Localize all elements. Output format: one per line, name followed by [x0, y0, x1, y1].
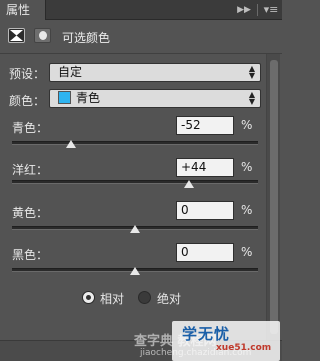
colors-label: 颜色：	[9, 94, 46, 108]
percent-sign: %	[241, 160, 253, 174]
radio-button[interactable]	[138, 291, 151, 304]
percent-sign: %	[241, 203, 253, 217]
slider-label-cyan: 青色：	[12, 121, 49, 135]
double-chevron-right-icon[interactable]: ▶▶	[236, 3, 252, 17]
chevron-updown-icon: ▲ ▼	[248, 90, 255, 106]
preset-value: 自定	[58, 65, 83, 79]
radio-button[interactable]	[82, 291, 95, 304]
black-slider-thumb[interactable]	[130, 267, 140, 275]
percent-sign: %	[241, 118, 253, 132]
cyan-slider-track[interactable]	[12, 141, 258, 145]
panel-tab-bar: 属性 ▶▶ ▾≡	[0, 0, 282, 20]
scrollbar-thumb[interactable]	[270, 60, 278, 334]
radio-absolute[interactable]: 绝对	[138, 290, 188, 306]
layer-mask-icon[interactable]	[34, 28, 51, 43]
radio-relative-label: 相对	[100, 292, 125, 306]
magenta-input[interactable]: +44	[176, 158, 234, 177]
slider-label-black: 黑色：	[12, 248, 49, 262]
radio-absolute-label: 绝对	[157, 292, 182, 306]
colors-dropdown[interactable]: 青色 ▲ ▼	[49, 89, 261, 108]
preset-dropdown[interactable]: 自定 ▲ ▼	[49, 63, 261, 82]
cyan-input[interactable]: -52	[176, 116, 234, 135]
cyan-slider-thumb[interactable]	[66, 140, 77, 148]
magenta-slider-track[interactable]	[12, 180, 258, 184]
black-input[interactable]: 0	[176, 243, 234, 262]
panel-menu-icon[interactable]: ▾≡	[263, 3, 279, 17]
selective-color-icon[interactable]	[8, 28, 25, 43]
preset-label: 预设：	[9, 67, 46, 81]
watermark-url: jiaocheng.chazidian.com	[140, 348, 252, 358]
yellow-slider-thumb[interactable]	[130, 225, 140, 233]
watermark-main: 学无忧	[182, 325, 231, 343]
slider-label-yellow: 黄色：	[12, 206, 49, 220]
slider-label-magenta: 洋红：	[12, 163, 49, 177]
divider	[257, 4, 258, 16]
magenta-slider-thumb[interactable]	[184, 180, 195, 188]
divider	[0, 53, 282, 54]
panel-scrollbar[interactable]	[266, 54, 280, 340]
tab-properties-label: 属性	[6, 3, 31, 17]
panel-header: 可选颜色	[0, 21, 282, 51]
yellow-input[interactable]: 0	[176, 201, 234, 220]
color-swatch	[58, 91, 71, 104]
percent-sign: %	[241, 245, 253, 259]
radio-relative[interactable]: 相对	[82, 290, 132, 306]
panel-title: 可选颜色	[62, 31, 111, 45]
colors-value: 青色	[76, 91, 101, 105]
tab-properties[interactable]: 属性	[0, 0, 46, 20]
chevron-updown-icon: ▲ ▼	[248, 64, 255, 80]
